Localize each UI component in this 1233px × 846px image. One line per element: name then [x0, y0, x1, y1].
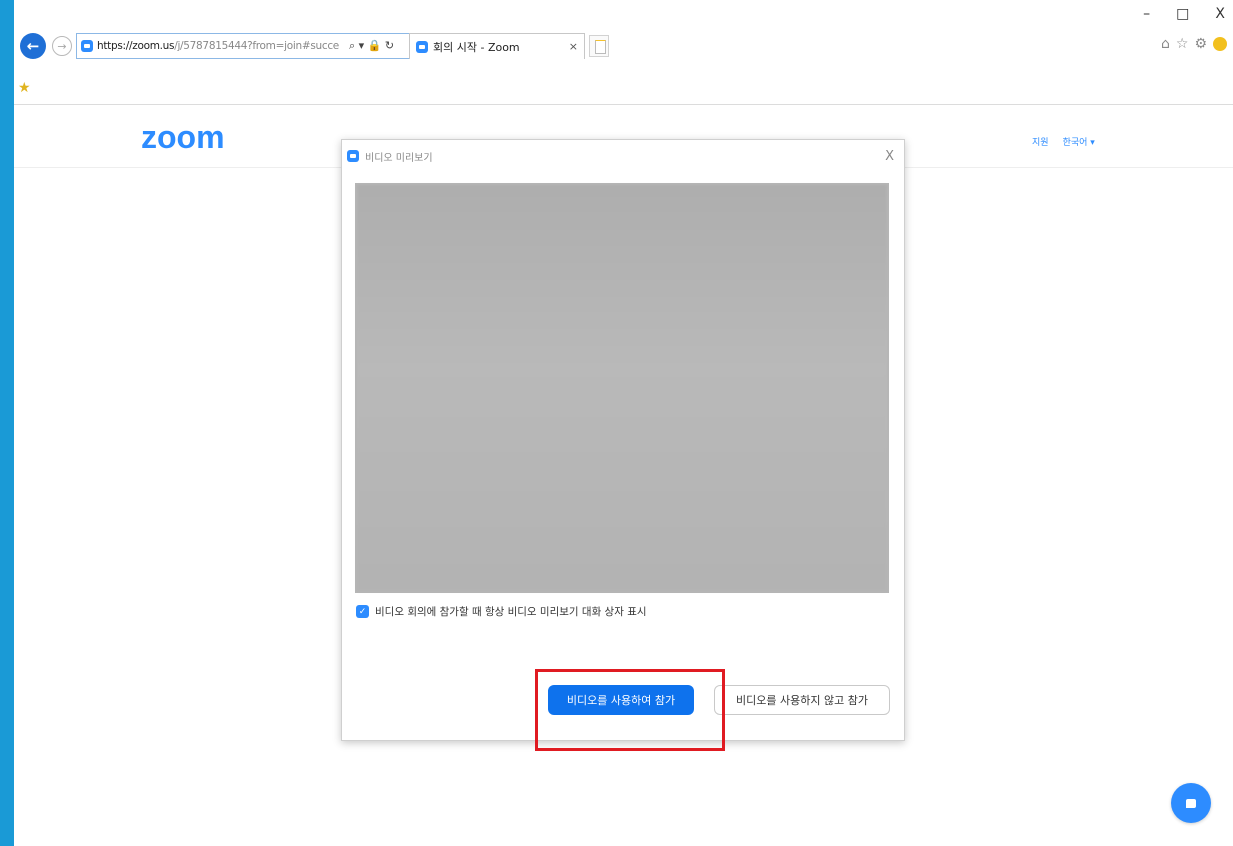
close-icon[interactable]: X	[885, 149, 894, 164]
star-icon[interactable]: ☆	[1176, 36, 1189, 52]
minimize-button[interactable]: –	[1143, 6, 1150, 22]
tab-title: 회의 시작 - Zoom	[433, 40, 520, 54]
smiley-icon[interactable]	[1213, 37, 1227, 51]
url-host: https://zoom.us	[97, 40, 175, 52]
new-tab-button[interactable]	[589, 35, 609, 57]
dialog-titlebar: 비디오 미리보기	[342, 140, 904, 172]
window-controls: – □ X	[1143, 6, 1225, 22]
join-with-video-button[interactable]: 비디오를 사용하여 참가	[548, 685, 694, 715]
join-without-video-button[interactable]: 비디오를 사용하지 않고 참가	[714, 685, 890, 715]
zoom-favicon	[81, 40, 93, 52]
browser-toolbar-icons: ⌂ ☆ ⚙	[1161, 36, 1227, 52]
gear-icon[interactable]: ⚙	[1194, 36, 1207, 52]
checkbox-label[interactable]: 비디오 회의에 참가할 때 항상 비디오 미리보기 대화 상자 표시	[375, 604, 647, 619]
video-preview	[355, 183, 889, 593]
browser-tab[interactable]: 회의 시작 - Zoom ×	[409, 33, 585, 59]
support-link[interactable]: 지원	[1032, 135, 1049, 148]
video-preview-dialog: 비디오 미리보기 X ✓ 비디오 회의에 참가할 때 항상 비디오 미리보기 대…	[341, 139, 905, 751]
address-bar[interactable]: https://zoom.us/j/5787815444?from=join#s…	[76, 33, 415, 59]
browser-chrome: – □ X ← → https://zoom.us/j/5787815444?f…	[14, 0, 1233, 105]
zoom-logo[interactable]: zoom	[141, 119, 225, 156]
url-text[interactable]: https://zoom.us/j/5787815444?from=join#s…	[97, 40, 345, 52]
home-icon[interactable]: ⌂	[1161, 36, 1170, 52]
browser-window: – □ X ← → https://zoom.us/j/5787815444?f…	[14, 0, 1233, 846]
zoom-favicon	[416, 40, 428, 53]
address-bar-icons[interactable]: ⌕ ▾ 🔒 ↻	[349, 39, 394, 53]
zoom-page: zoom 지원 한국어 ▾ 비디오 미리보기 X ✓ 비디오 회의에 참가할 때…	[14, 105, 1233, 846]
url-path: /j/5787815444?from=join#succe	[174, 40, 339, 52]
chat-icon[interactable]	[1171, 783, 1211, 823]
forward-icon[interactable]: →	[52, 36, 72, 56]
close-window-button[interactable]: X	[1215, 6, 1225, 22]
checkmark-icon[interactable]: ✓	[356, 605, 369, 618]
language-dropdown[interactable]: 한국어 ▾	[1063, 135, 1095, 148]
maximize-button[interactable]: □	[1176, 6, 1189, 22]
tab-close-icon[interactable]: ×	[569, 40, 578, 53]
dialog-title: 비디오 미리보기	[365, 152, 433, 164]
favorites-star-icon[interactable]: ★	[18, 80, 31, 96]
back-icon[interactable]: ←	[20, 33, 46, 59]
header-links: 지원 한국어 ▾	[1032, 135, 1095, 148]
always-show-preview-option[interactable]: ✓ 비디오 회의에 참가할 때 항상 비디오 미리보기 대화 상자 표시	[356, 604, 647, 619]
zoom-favicon	[347, 150, 359, 162]
